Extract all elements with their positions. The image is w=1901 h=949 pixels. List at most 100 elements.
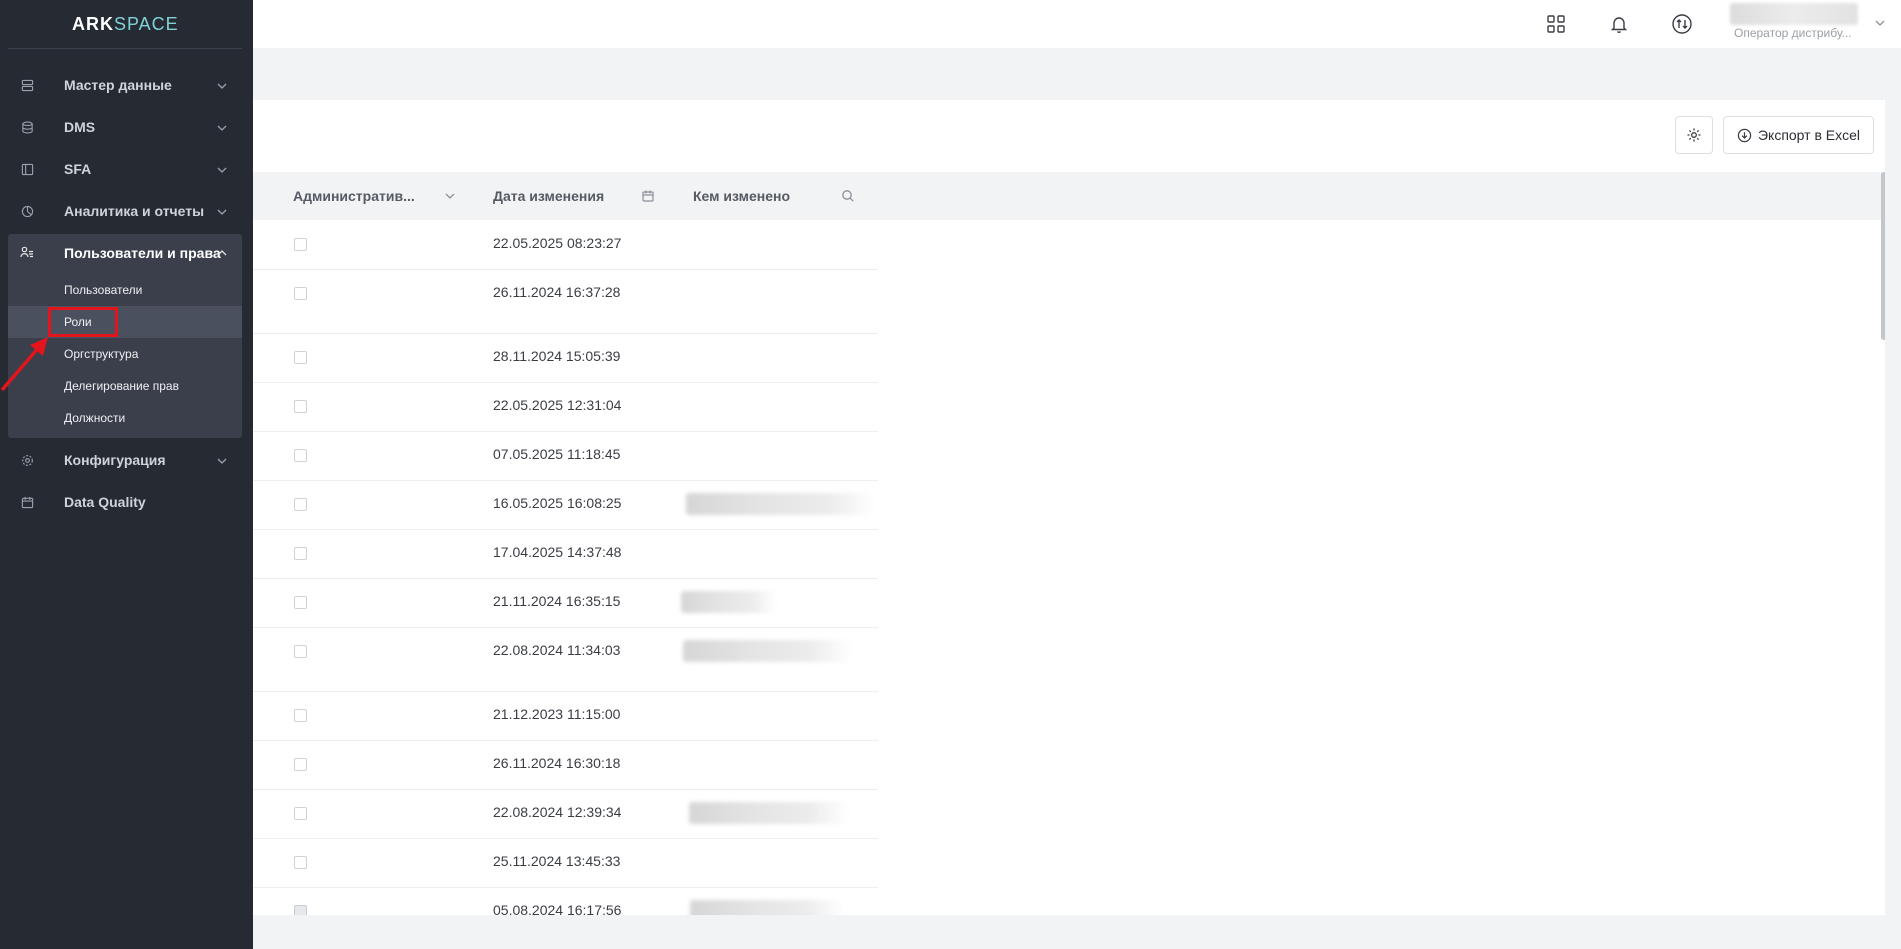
vertical-scrollbar[interactable] [1881, 172, 1885, 340]
changed-date-cell: 26.11.2024 16:30:18 [493, 755, 621, 771]
download-icon [1737, 128, 1752, 142]
changed-by-redacted-cell [681, 591, 776, 613]
sidebar-subitem-users[interactable]: Пользователи [8, 274, 242, 306]
calendar-icon [20, 495, 34, 509]
sidebar-item-analytics[interactable]: Аналитика и отчеты [8, 191, 242, 231]
roles-table-card: Экспорт в Excel Административ... Дата из… [253, 100, 1885, 915]
logo-text-accent: SPACE [114, 14, 179, 34]
admin-checkbox[interactable] [294, 807, 307, 820]
horizontal-scrollbar-track [253, 915, 1901, 949]
changed-date-cell: 21.12.2023 11:15:00 [493, 706, 621, 722]
table-settings-button[interactable] [1675, 116, 1713, 154]
gear-icon [20, 453, 34, 467]
sidebar-subitem-positions[interactable]: Должности [8, 402, 242, 434]
calendar-icon[interactable] [641, 189, 655, 203]
user-menu[interactable]: Оператор дистрибу... [1730, 3, 1885, 43]
table-row[interactable]: 21.11.2024 16:35:15 [253, 578, 878, 628]
sync-icon[interactable] [1667, 10, 1697, 38]
sidebar: ARKSPACE Мастер данные DMS SFA Аналитика… [0, 0, 253, 949]
sidebar-subitem-label: Оргструктура [64, 347, 139, 361]
admin-checkbox[interactable] [294, 400, 307, 413]
admin-checkbox[interactable] [294, 351, 307, 364]
sidebar-item-data-quality[interactable]: Data Quality [8, 482, 242, 522]
admin-checkbox[interactable] [294, 645, 307, 658]
gear-icon [1687, 128, 1701, 142]
admin-checkbox[interactable] [294, 856, 307, 869]
annotation-arrow-icon [0, 337, 48, 392]
database-icon [20, 120, 34, 134]
table-row[interactable]: 05.08.2024 16:17:56 [253, 887, 878, 915]
chevron-down-icon [217, 209, 227, 215]
chevron-down-icon[interactable] [443, 189, 457, 203]
changed-date-cell: 07.05.2025 11:18:45 [493, 446, 621, 462]
table-row[interactable]: 25.11.2024 13:45:33 [253, 838, 878, 888]
admin-checkbox[interactable] [294, 758, 307, 771]
table-row[interactable]: 22.05.2025 12:31:04 [253, 382, 878, 432]
table-row[interactable]: 26.11.2024 16:30:18 [253, 740, 878, 790]
sidebar-item-dms[interactable]: DMS [8, 107, 242, 147]
changed-date-cell: 22.05.2025 12:31:04 [493, 397, 622, 413]
admin-checkbox[interactable] [294, 905, 307, 915]
changed-date-cell: 28.11.2024 15:05:39 [493, 348, 621, 364]
sidebar-subitem-label: Должности [64, 411, 126, 425]
sidebar-item-configuration[interactable]: Конфигурация [8, 440, 242, 480]
search-icon[interactable] [841, 189, 855, 203]
changed-date-cell: 26.11.2024 16:37:28 [493, 284, 621, 300]
changed-date-cell: 22.08.2024 11:34:03 [493, 642, 621, 658]
changed-by-redacted-cell [689, 802, 849, 824]
admin-checkbox[interactable] [294, 596, 307, 609]
column-header-admin[interactable]: Административ... [293, 172, 415, 220]
sidebar-item-label: Конфигурация [64, 452, 166, 468]
chevron-down-icon [217, 167, 227, 173]
sidebar-subitem-label: Делегирование прав [64, 379, 179, 393]
table-header: Административ... Дата изменения Кем изме… [253, 172, 1885, 220]
chevron-down-icon [217, 83, 227, 89]
changed-by-redacted-cell [686, 493, 876, 515]
table-row[interactable]: 22.05.2025 08:23:27 [253, 220, 878, 270]
table-row[interactable]: 22.08.2024 11:34:03 [253, 627, 878, 692]
table-row[interactable]: 22.08.2024 12:39:34 [253, 789, 878, 839]
table-row[interactable]: 17.04.2025 14:37:48 [253, 529, 878, 579]
logo-text: ARK [72, 14, 114, 34]
column-header-date[interactable]: Дата изменения [493, 172, 604, 220]
app-logo[interactable]: ARKSPACE [72, 14, 179, 35]
user-role: Оператор дистрибу... [1734, 26, 1852, 40]
chevron-up-icon [217, 250, 227, 256]
sidebar-item-label: DMS [64, 119, 96, 135]
layout-icon [20, 162, 34, 176]
table-row[interactable]: 26.11.2024 16:37:28 [253, 269, 878, 334]
users-icon [20, 246, 34, 264]
table-row[interactable]: 16.05.2025 16:08:25 [253, 480, 878, 530]
sidebar-item-users-rights[interactable]: Пользователи и права [8, 234, 242, 272]
admin-checkbox[interactable] [294, 709, 307, 722]
export-label: Экспорт в Excel [1757, 127, 1861, 143]
changed-by-redacted-cell [683, 640, 853, 662]
sidebar-item-master-data[interactable]: Мастер данные [8, 65, 242, 105]
changed-date-cell: 21.11.2024 16:35:15 [493, 593, 621, 609]
table-row[interactable]: 21.12.2023 11:15:00 [253, 691, 878, 741]
bell-icon[interactable] [1604, 10, 1634, 38]
apps-grid-icon[interactable] [1541, 10, 1571, 38]
table-row[interactable]: 28.11.2024 15:05:39 [253, 333, 878, 383]
admin-checkbox[interactable] [294, 238, 307, 251]
admin-checkbox[interactable] [294, 547, 307, 560]
chevron-down-icon [1875, 20, 1885, 26]
chevron-down-icon [217, 125, 227, 131]
changed-date-cell: 25.11.2024 13:45:33 [493, 853, 621, 869]
admin-checkbox[interactable] [294, 449, 307, 462]
sidebar-item-label: Пользователи и права [64, 245, 221, 261]
sidebar-item-label: Мастер данные [64, 77, 172, 93]
table-row[interactable]: 07.05.2025 11:18:45 [253, 431, 878, 481]
sidebar-item-label: Data Quality [64, 494, 146, 510]
column-header-changed-by[interactable]: Кем изменено [693, 172, 790, 220]
sidebar-subitem-label: Пользователи [64, 283, 143, 297]
annotation-highlight-box [48, 307, 118, 337]
export-excel-button[interactable]: Экспорт в Excel [1723, 116, 1874, 154]
admin-checkbox[interactable] [294, 498, 307, 511]
user-name-redacted [1730, 3, 1858, 25]
admin-checkbox[interactable] [294, 287, 307, 300]
top-bar: Оператор дистрибу... [253, 0, 1901, 48]
changed-date-cell: 22.08.2024 12:39:34 [493, 804, 622, 820]
sidebar-item-sfa[interactable]: SFA [8, 149, 242, 189]
changed-date-cell: 22.05.2025 08:23:27 [493, 235, 622, 251]
